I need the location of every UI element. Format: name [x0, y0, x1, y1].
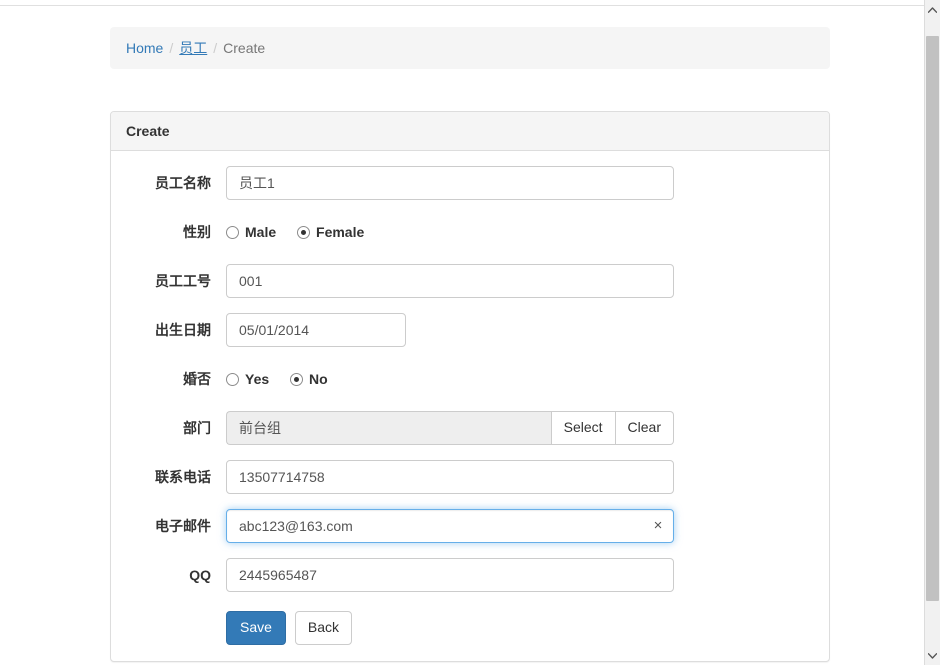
radio-circle-icon[interactable]: [226, 225, 239, 239]
back-button[interactable]: Back: [294, 611, 353, 645]
form-row-name: 员工名称: [111, 166, 829, 215]
breadcrumb-link-home[interactable]: Home: [126, 40, 163, 56]
scroll-down-icon[interactable]: [925, 647, 940, 664]
radio-married-no[interactable]: No: [290, 362, 328, 396]
breadcrumb-current: Create: [223, 40, 266, 56]
breadcrumb-separator: /: [169, 40, 174, 56]
department-select-button[interactable]: Select: [550, 411, 616, 445]
form-row-employee-no: 员工工号: [111, 264, 829, 313]
breadcrumb-link-employee[interactable]: 员工: [179, 40, 207, 56]
radio-circle-icon[interactable]: [226, 372, 239, 386]
field-qq-area: [226, 558, 829, 592]
browser-viewport: Home / 员工 / Create Create 员工名称 性别: [0, 0, 940, 665]
scrollbar-thumb[interactable]: [926, 36, 939, 601]
form-row-gender: 性别 Male Female: [111, 215, 829, 264]
email-input[interactable]: [226, 509, 674, 543]
department-input-group: Select Clear: [226, 411, 674, 445]
form-row-qq: QQ: [111, 558, 829, 607]
label-phone: 联系电话: [155, 469, 211, 485]
radio-gender-male[interactable]: Male: [226, 215, 276, 249]
qq-input[interactable]: [226, 558, 674, 592]
label-gender: 性别: [183, 224, 211, 240]
scroll-up-icon[interactable]: [925, 1, 940, 18]
radio-circle-selected-icon[interactable]: [290, 372, 304, 386]
breadcrumb: Home / 员工 / Create: [110, 27, 830, 69]
create-panel: Create 员工名称 性别 Male: [110, 111, 830, 662]
field-phone-area: [226, 460, 829, 494]
field-employee-no-area: [226, 264, 829, 298]
form-row-married: 婚否 Yes No: [111, 362, 829, 411]
radio-gender-female[interactable]: Female: [297, 215, 364, 249]
label-qq: QQ: [189, 567, 211, 583]
radio-married-yes[interactable]: Yes: [226, 362, 269, 396]
radio-married-no-label: No: [309, 371, 328, 387]
field-married-area: Yes No: [226, 362, 829, 396]
department-input[interactable]: [226, 411, 551, 445]
name-input[interactable]: [226, 166, 674, 200]
radio-married-yes-label: Yes: [245, 371, 270, 387]
field-department-area: Select Clear: [226, 411, 829, 445]
radio-circle-selected-icon[interactable]: [297, 225, 311, 239]
field-gender-area: Male Female: [226, 215, 829, 249]
employee-no-input[interactable]: [226, 264, 674, 298]
page-top-strip: [0, 0, 924, 6]
label-employee-no: 员工工号: [155, 273, 211, 289]
phone-input[interactable]: [226, 460, 674, 494]
breadcrumb-separator: /: [213, 40, 218, 56]
clear-icon[interactable]: ×: [649, 517, 667, 535]
vertical-scrollbar[interactable]: [924, 0, 940, 665]
form-actions: Save Back: [111, 607, 829, 645]
birthdate-input[interactable]: [226, 313, 406, 347]
form-row-birthdate: 出生日期: [111, 313, 829, 362]
label-email: 电子邮件: [155, 518, 211, 534]
form-row-phone: 联系电话: [111, 460, 829, 509]
field-birthdate-area: [226, 313, 829, 347]
save-button[interactable]: Save: [226, 611, 286, 645]
form-row-department: 部门 Select Clear: [111, 411, 829, 460]
radio-gender-female-label: Female: [316, 224, 365, 240]
radio-gender-male-label: Male: [245, 224, 277, 240]
field-name-area: [226, 166, 829, 200]
panel-title: Create: [111, 112, 829, 151]
label-birthdate: 出生日期: [155, 322, 211, 338]
page-content: Home / 员工 / Create Create 员工名称 性别: [0, 7, 924, 665]
label-name: 员工名称: [155, 175, 211, 191]
label-married: 婚否: [183, 371, 211, 387]
department-clear-button[interactable]: Clear: [615, 411, 674, 445]
field-email-area: ×: [226, 509, 829, 543]
form-row-email: 电子邮件 ×: [111, 509, 829, 558]
label-department: 部门: [183, 420, 211, 436]
create-form: 员工名称 性别 Male Female: [111, 151, 829, 645]
